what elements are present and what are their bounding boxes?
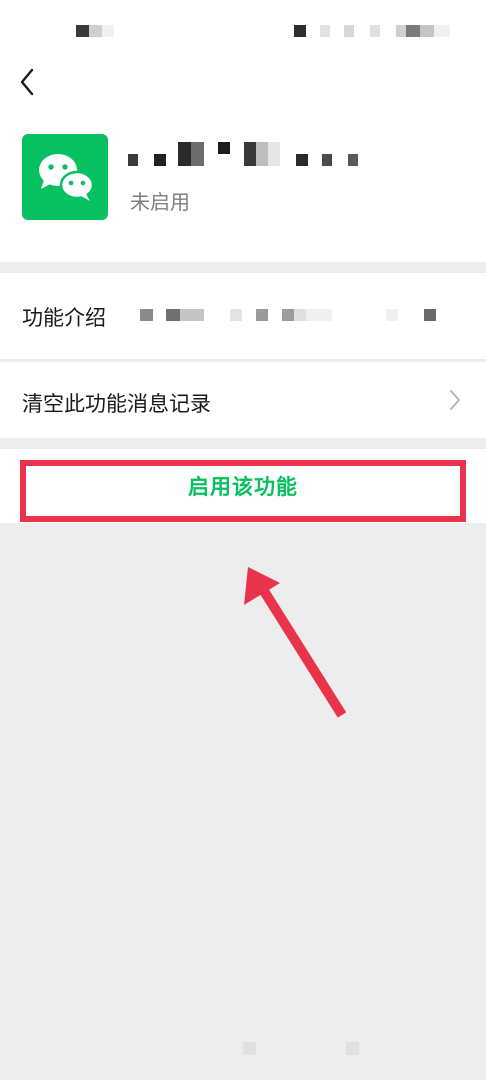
name-px	[128, 154, 138, 166]
status-bar	[0, 0, 486, 62]
name-px	[178, 142, 204, 166]
feature-intro-value-redacted	[140, 309, 436, 321]
name-px	[348, 154, 358, 166]
status-redacted-right	[294, 25, 450, 37]
app-status-label: 未启用	[130, 190, 190, 214]
wechat-logo-icon	[39, 154, 95, 201]
clear-history-row[interactable]: 清空此功能消息记录	[0, 362, 486, 438]
name-px	[218, 142, 230, 154]
enable-feature-button[interactable]: 启用该功能	[0, 449, 486, 523]
enable-feature-row: 启用该功能	[0, 449, 486, 523]
name-px	[244, 142, 280, 166]
name-px	[296, 154, 308, 166]
chevron-right-icon	[450, 390, 460, 410]
nav-bar-redacted-left	[243, 1042, 256, 1055]
name-px	[154, 154, 166, 166]
back-chevron-icon	[20, 68, 34, 96]
status-redacted-left	[76, 25, 114, 37]
pointer-arrow-icon	[244, 567, 347, 718]
clear-history-label: 清空此功能消息记录	[22, 392, 211, 416]
feature-header: 未启用	[0, 62, 486, 262]
app-name-redacted	[126, 140, 366, 170]
nav-bar-redacted-right	[346, 1042, 359, 1055]
app-icon	[22, 134, 108, 220]
feature-intro-row: 功能介绍	[0, 273, 486, 359]
feature-intro-label: 功能介绍	[22, 306, 106, 330]
name-px	[322, 154, 332, 166]
back-button[interactable]	[10, 64, 46, 100]
